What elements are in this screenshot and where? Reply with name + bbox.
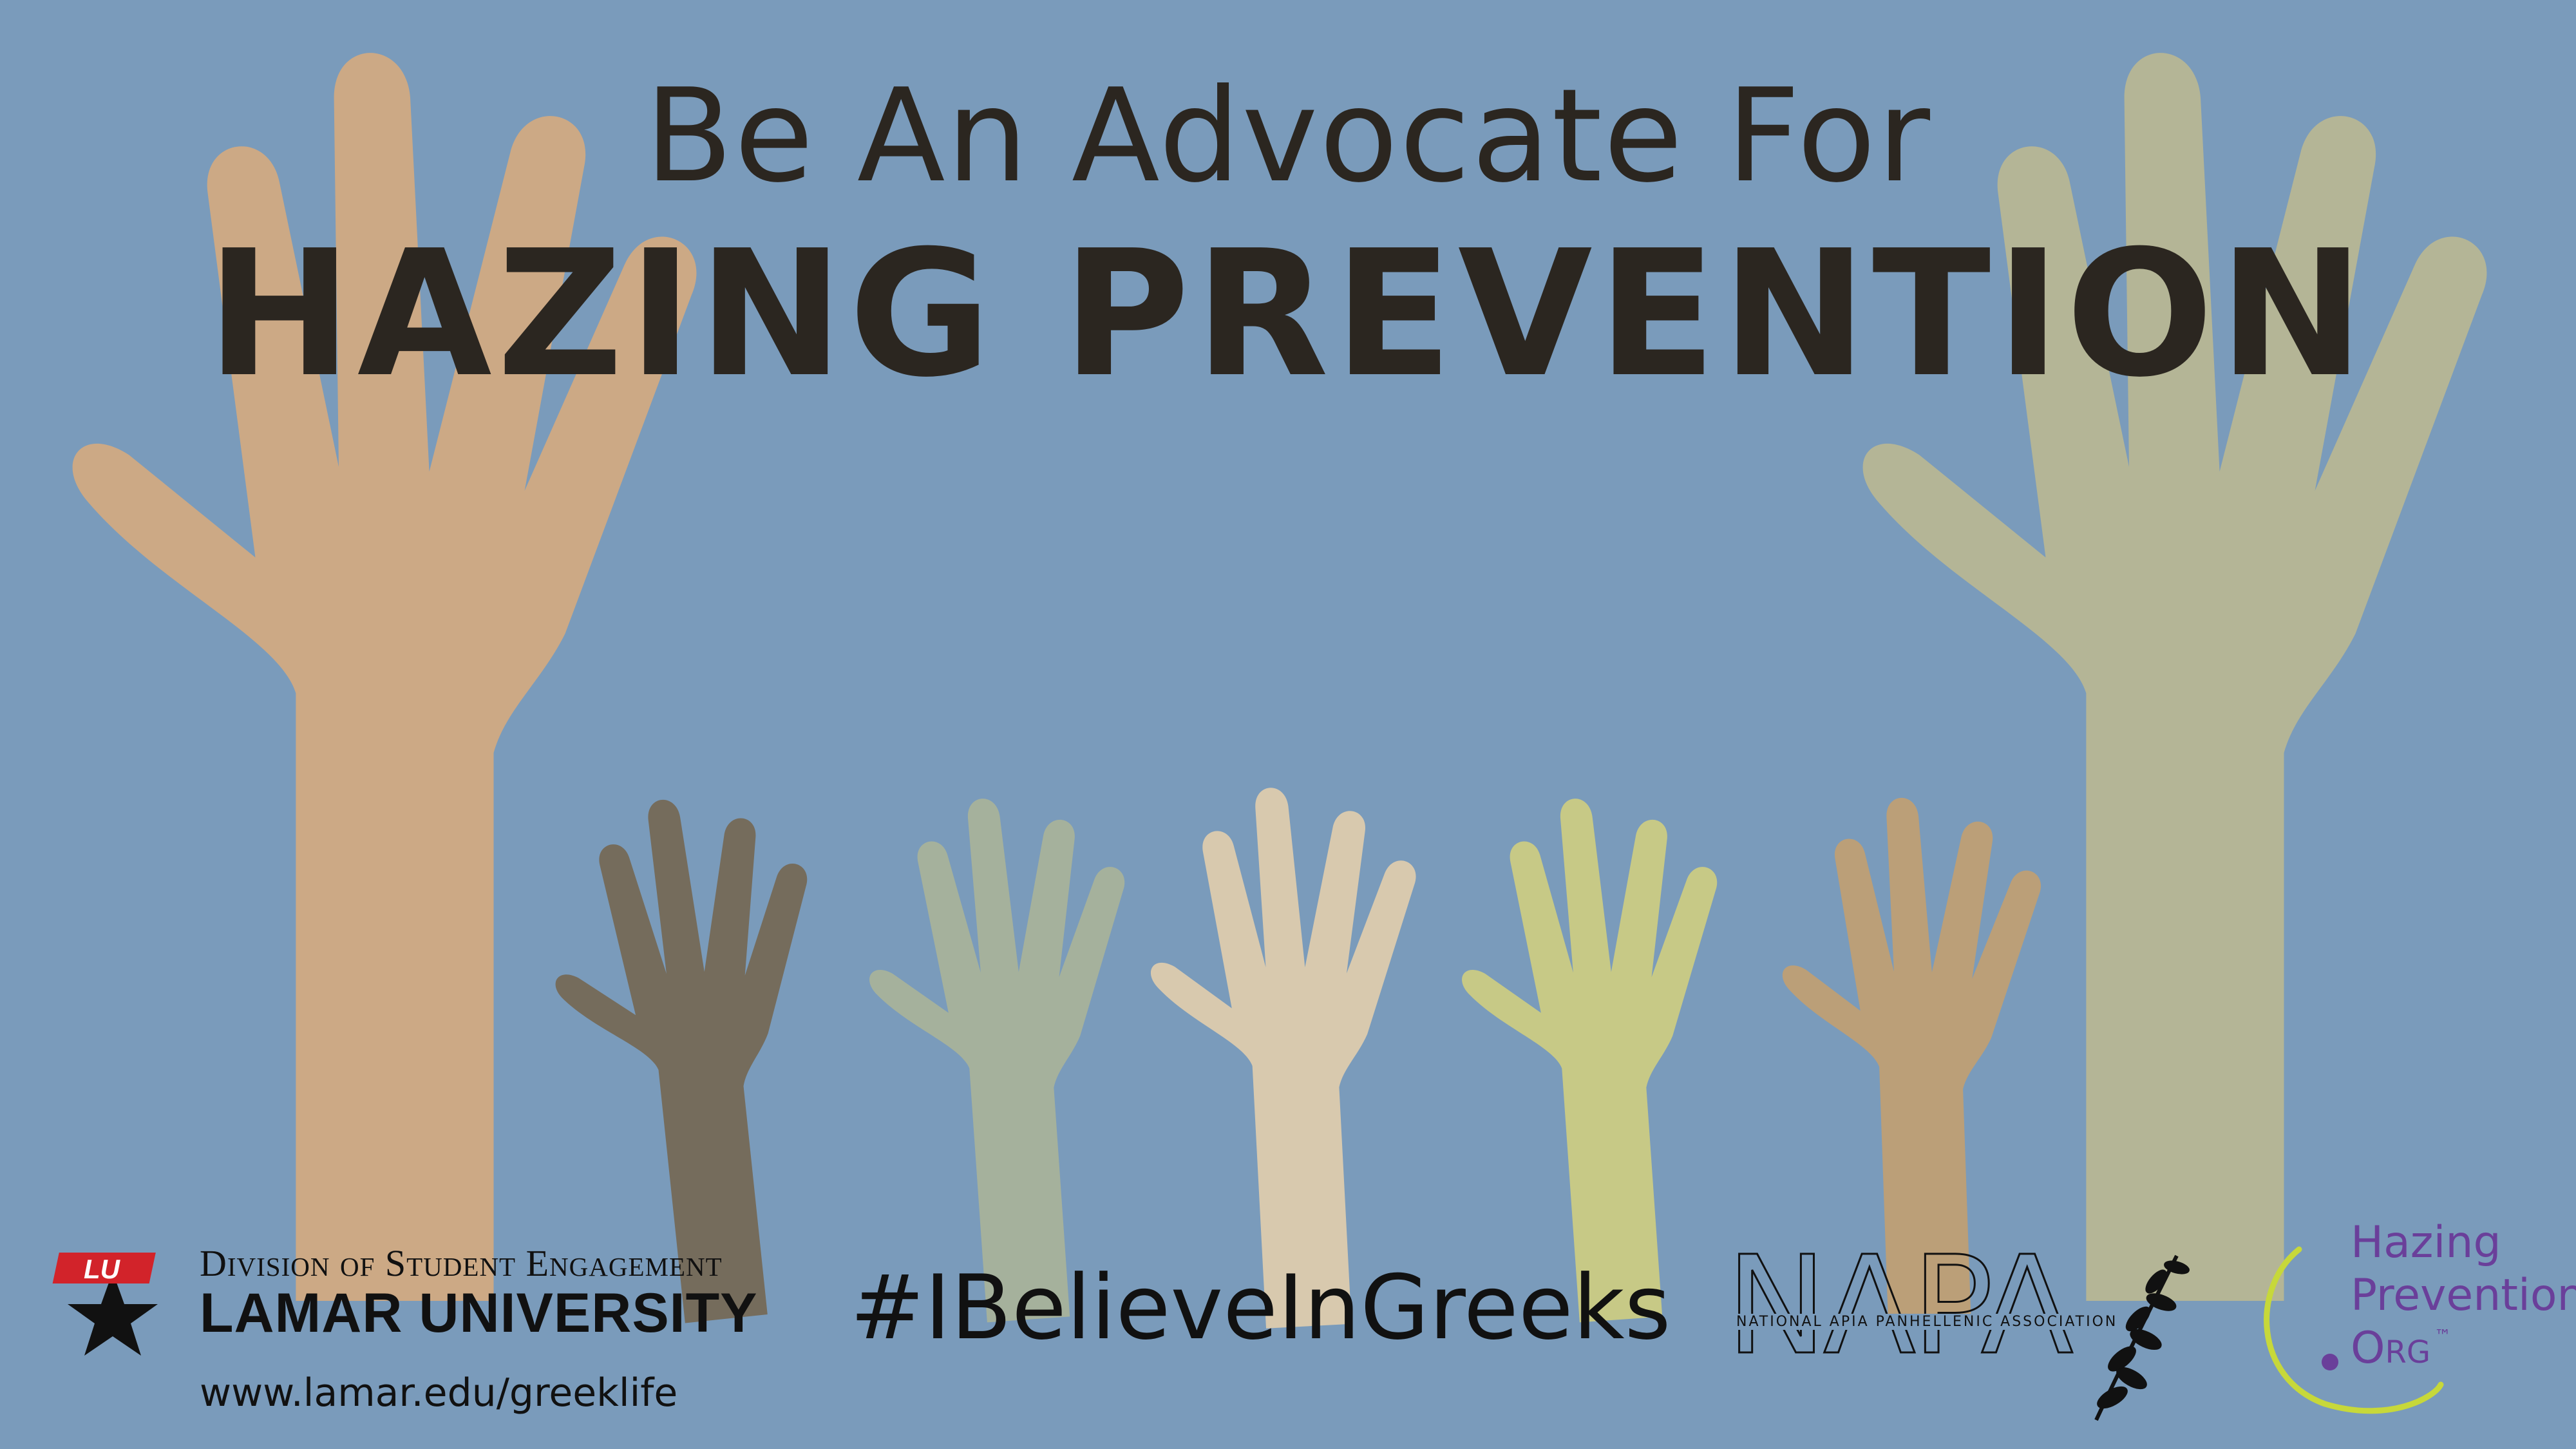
napa-logo: NAPA (1726, 1243, 2190, 1421)
hazing-prevention-org-logo: Hazing Prevention Org ™ (2248, 1211, 2576, 1417)
hand-4 (1450, 789, 1747, 1329)
hp-line-2: Prevention (2351, 1270, 2576, 1321)
hp-line-1: Hazing (2351, 1217, 2501, 1268)
hand-2 (857, 789, 1155, 1329)
napa-full-name: NATIONAL APIA PANHELLENIC ASSOCIATION (1734, 1314, 2121, 1330)
lamar-division: Division of Student Engagement (200, 1242, 723, 1284)
hp-trademark: ™ (2434, 1327, 2451, 1346)
lamar-star-logo: LU (52, 1253, 158, 1356)
headline-line-2: HAZING PREVENTION (206, 213, 2370, 415)
lamar-logo-text: LU (84, 1254, 121, 1284)
hashtag: #IBelieveInGreeks (850, 1256, 1671, 1359)
olive-branch-icon (2094, 1255, 2190, 1421)
greeklife-url: www.lamar.edu/greeklife (200, 1370, 678, 1416)
poster: Be An Advocate For HAZING PREVENTION LU … (0, 0, 2576, 1449)
headline-line-1: Be An Advocate For (644, 61, 1931, 211)
hand-3 (1141, 780, 1439, 1334)
lamar-university-name: LAMAR UNIVERSITY (200, 1282, 758, 1344)
hp-line-3: Org (2351, 1323, 2431, 1374)
